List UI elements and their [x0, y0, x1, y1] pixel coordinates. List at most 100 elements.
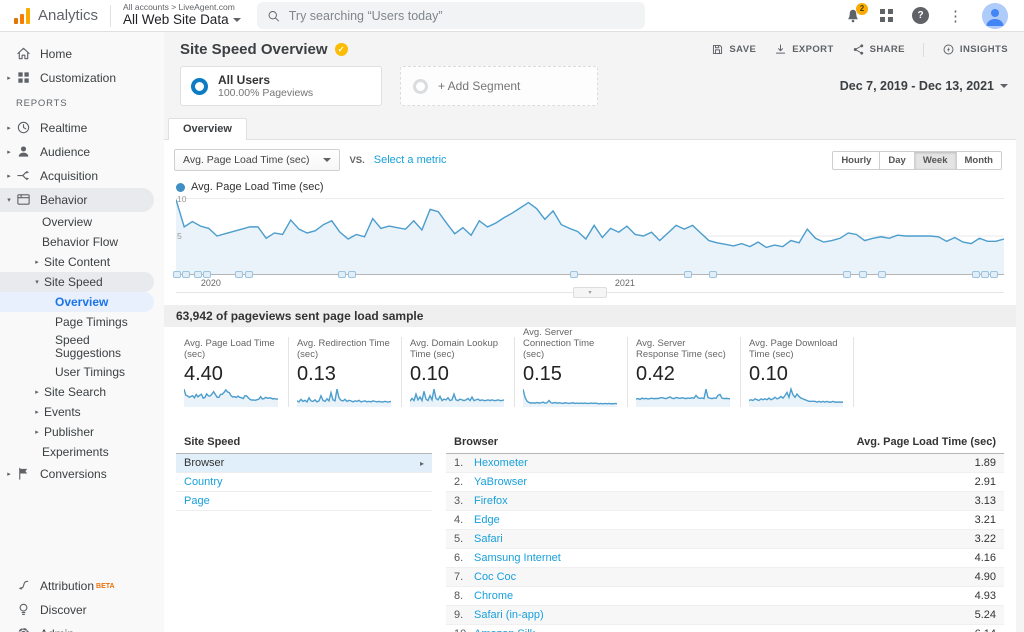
dimension-row-country[interactable]: Country	[176, 473, 432, 492]
granularity-switcher: Hourly Day Week Month	[832, 151, 1002, 170]
notifications-bell-icon[interactable]: 2	[845, 8, 861, 24]
axis-annotation-marker[interactable]	[235, 271, 243, 278]
sidebar-item-admin[interactable]: Admin	[0, 622, 164, 632]
date-range-selector[interactable]: Dec 7, 2019 - Dec 13, 2021	[840, 79, 1008, 93]
granularity-hourly-button[interactable]: Hourly	[832, 151, 880, 170]
sparkline	[184, 387, 278, 407]
granularity-month-button[interactable]: Month	[957, 151, 1003, 170]
browser-link[interactable]: Safari	[474, 533, 503, 545]
sidebar-item-user-timings[interactable]: User Timings	[0, 362, 164, 382]
axis-annotation-marker[interactable]	[173, 271, 181, 278]
sidebar-item-site-search[interactable]: Site Search	[0, 382, 164, 402]
scorecard-page-download[interactable]: Avg. Page Download Time (sec) 0.10	[741, 337, 854, 407]
sidebar-item-page-timings[interactable]: Page Timings	[0, 312, 164, 332]
x-axis-year-label: 2020	[201, 278, 221, 288]
sidebar-item-publisher[interactable]: Publisher	[0, 422, 164, 442]
sidebar-item-home[interactable]: Home	[0, 42, 164, 66]
axis-annotation-marker[interactable]	[859, 271, 867, 278]
axis-annotation-marker[interactable]	[990, 271, 998, 278]
add-segment-button[interactable]: + Add Segment	[400, 66, 598, 106]
expand-icon	[2, 74, 16, 82]
metric-selector-dropdown[interactable]: Avg. Page Load Time (sec)	[174, 149, 340, 171]
browser-link[interactable]: Firefox	[474, 495, 508, 507]
export-button[interactable]: EXPORT	[774, 43, 833, 56]
axis-annotation-marker[interactable]	[570, 271, 578, 278]
sidebar-item-experiments[interactable]: Experiments	[0, 442, 164, 462]
browser-link[interactable]: Samsung Internet	[474, 552, 561, 564]
sidebar-item-site-content[interactable]: Site Content	[0, 252, 164, 272]
select-metric-link[interactable]: Select a metric	[374, 154, 447, 166]
dimension-row-browser[interactable]: Browser ▸	[176, 454, 432, 473]
sidebar-item-conversions[interactable]: Conversions	[0, 462, 164, 486]
more-options-icon[interactable]: ⋮	[948, 7, 963, 25]
global-search[interactable]	[257, 2, 645, 29]
sparkline	[523, 387, 617, 407]
axis-annotation-marker[interactable]	[972, 271, 980, 278]
axis-annotation-marker[interactable]	[182, 271, 190, 278]
scorecard-redirection[interactable]: Avg. Redirection Time (sec) 0.13	[289, 337, 402, 407]
share-button[interactable]: SHARE	[852, 43, 905, 56]
axis-annotation-marker[interactable]	[709, 271, 717, 278]
browser-link[interactable]: Edge	[474, 514, 500, 526]
axis-annotation-marker[interactable]	[878, 271, 886, 278]
y-axis-tick-5: 5	[177, 231, 182, 241]
browser-link[interactable]: Amazon Silk	[474, 628, 535, 632]
person-icon	[16, 144, 32, 160]
sidebar-item-attribution[interactable]: Attribution BETA	[0, 574, 164, 598]
table-row: 5.Safari3.22	[446, 530, 1004, 549]
search-input[interactable]	[289, 9, 635, 23]
scorecard-page-load[interactable]: Avg. Page Load Time (sec) 4.40	[176, 337, 289, 407]
segment-all-users[interactable]: All Users 100.00% Pageviews	[180, 66, 382, 106]
help-icon[interactable]: ?	[912, 7, 929, 24]
sidebar-item-customization[interactable]: Customization	[0, 66, 164, 90]
sidebar-item-site-speed-overview[interactable]: Overview	[0, 292, 154, 312]
sidebar-item-realtime[interactable]: Realtime	[0, 116, 164, 140]
chart-collapse-button[interactable]	[573, 287, 607, 298]
col-avg-page-load: Avg. Page Load Time (sec)	[857, 436, 996, 448]
avatar[interactable]	[982, 3, 1008, 29]
axis-annotation-marker[interactable]	[338, 271, 346, 278]
browser-link[interactable]: YaBrowser	[474, 476, 527, 488]
account-switcher[interactable]: All accounts > LiveAgent.com All Web Sit…	[123, 3, 241, 27]
browser-link[interactable]: Chrome	[474, 590, 513, 602]
browser-link[interactable]: Coc Coc	[474, 571, 516, 583]
x-axis-year-label: 2021	[615, 278, 635, 288]
granularity-day-button[interactable]: Day	[880, 151, 914, 170]
axis-annotation-marker[interactable]	[684, 271, 692, 278]
insights-button[interactable]: INSIGHTS	[942, 43, 1008, 56]
browser-link[interactable]: Safari (in-app)	[474, 609, 544, 621]
axis-annotation-marker[interactable]	[194, 271, 202, 278]
scorecard-domain-lookup[interactable]: Avg. Domain Lookup Time (sec) 0.10	[402, 337, 515, 407]
browser-link[interactable]: Hexometer	[474, 457, 528, 469]
axis-annotation-marker[interactable]	[843, 271, 851, 278]
beta-badge: BETA	[96, 583, 115, 590]
sidebar-item-events[interactable]: Events	[0, 402, 164, 422]
tab-overview[interactable]: Overview	[168, 118, 247, 140]
axis-annotation-marker[interactable]	[981, 271, 989, 278]
scorecard-server-connection[interactable]: Avg. Server Connection Time (sec) 0.15	[515, 337, 628, 407]
sidebar-item-behavior[interactable]: Behavior	[0, 188, 154, 212]
sidebar-item-behavior-overview[interactable]: Overview	[0, 212, 164, 232]
axis-annotation-marker[interactable]	[348, 271, 356, 278]
collapse-icon	[2, 196, 16, 204]
apps-grid-icon[interactable]	[880, 9, 893, 22]
timeseries-chart[interactable]: 10 5 20202021	[176, 198, 1004, 305]
sidebar-item-audience[interactable]: Audience	[0, 140, 164, 164]
sidebar-item-discover[interactable]: Discover	[0, 598, 164, 622]
axis-annotation-marker[interactable]	[203, 271, 211, 278]
dimension-row-page[interactable]: Page	[176, 492, 432, 511]
vs-label: VS.	[349, 155, 364, 166]
property-name: All Web Site Data	[123, 13, 229, 28]
granularity-week-button[interactable]: Week	[915, 151, 957, 170]
acquisition-icon	[16, 168, 32, 184]
axis-annotation-marker[interactable]	[245, 271, 253, 278]
sidebar-item-site-speed[interactable]: Site Speed	[0, 272, 154, 292]
analytics-logo-icon[interactable]	[14, 8, 30, 24]
sidebar-item-speed-suggestions[interactable]: Speed Suggestions	[0, 332, 164, 362]
sidebar-item-behavior-flow[interactable]: Behavior Flow	[0, 232, 164, 252]
expand-icon	[30, 408, 44, 416]
attribution-icon	[16, 578, 32, 594]
sidebar-item-acquisition[interactable]: Acquisition	[0, 164, 164, 188]
save-button[interactable]: SAVE	[711, 43, 756, 56]
scorecard-server-response[interactable]: Avg. Server Response Time (sec) 0.42	[628, 337, 741, 407]
